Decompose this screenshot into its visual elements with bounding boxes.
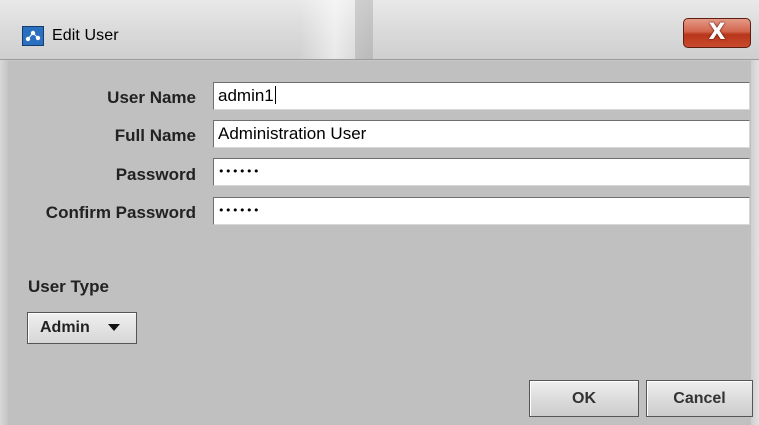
full-name-field[interactable]: Administration User: [213, 120, 750, 148]
user-type-selected: Admin: [40, 319, 90, 336]
java-app-icon: [22, 26, 44, 46]
window-frame-right: [751, 60, 759, 425]
user-name-field[interactable]: admin1: [213, 82, 750, 110]
close-button[interactable]: X: [683, 18, 751, 48]
ok-button[interactable]: OK: [529, 380, 639, 417]
window-title: Edit User: [52, 27, 119, 44]
edit-user-dialog: Edit User X User Name admin1 Full Name A…: [0, 0, 759, 425]
user-type-dropdown[interactable]: Admin: [27, 312, 137, 344]
window-frame-left: [0, 60, 8, 425]
full-name-value: Administration User: [218, 124, 367, 143]
full-name-label: Full Name: [114, 126, 196, 145]
confirm-password-value: ••••••: [218, 204, 260, 217]
password-label: Password: [115, 165, 196, 184]
title-bar-streak: [355, 0, 373, 59]
dialog-content: User Name admin1 Full Name Administratio…: [8, 61, 753, 425]
confirm-password-field[interactable]: ••••••: [213, 197, 750, 225]
confirm-password-label: Confirm Password: [45, 203, 196, 222]
password-field[interactable]: ••••••: [213, 158, 750, 186]
user-name-label: User Name: [107, 88, 196, 107]
close-icon: X: [708, 20, 726, 45]
chevron-down-icon: [108, 324, 120, 331]
password-value: ••••••: [218, 165, 260, 178]
user-name-value: admin1: [218, 86, 274, 105]
cancel-button[interactable]: Cancel: [646, 380, 753, 417]
text-caret: [274, 86, 276, 104]
title-bar[interactable]: Edit User X: [0, 0, 759, 60]
user-type-label: User Type: [28, 277, 109, 296]
